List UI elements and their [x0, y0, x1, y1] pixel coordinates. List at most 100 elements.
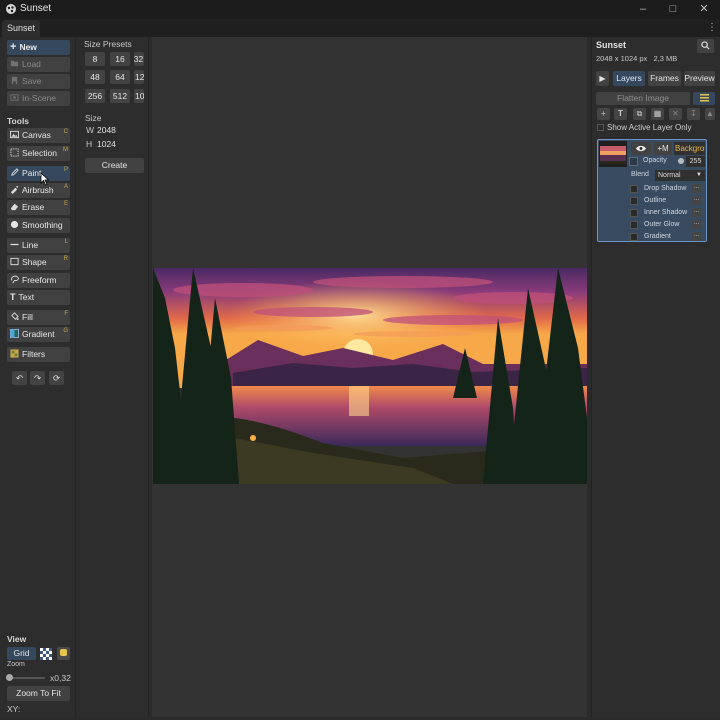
duplicate-icon[interactable]: ⧉ — [633, 108, 646, 120]
undo-icon: ↶ — [15, 373, 24, 383]
effect-checkbox[interactable] — [630, 209, 638, 217]
canvas-image[interactable] — [153, 268, 587, 484]
move-up-icon[interactable]: ▲ — [705, 108, 715, 120]
tool-canvas[interactable]: Canvas C — [7, 128, 70, 143]
zoom-slider-track[interactable] — [9, 677, 45, 679]
maximize-icon: □ — [669, 3, 677, 15]
preset-button[interactable]: 256 — [85, 89, 105, 103]
in-scene-button[interactable]: In-Scene — [7, 91, 70, 106]
preset-button[interactable]: 128 — [134, 70, 144, 84]
effect-options-button[interactable]: ... — [692, 184, 701, 193]
effect-outline[interactable]: Outline... — [630, 195, 707, 206]
tools-heading: Tools — [7, 116, 30, 126]
width-field[interactable]: 2048 — [97, 124, 127, 136]
effect-drop-shadow[interactable]: Drop Shadow... — [630, 183, 707, 194]
grid-toggle[interactable]: Grid — [7, 647, 36, 660]
zoom-to-fit-button[interactable]: Zoom To Fit — [7, 686, 70, 701]
preset-button[interactable]: 64 — [110, 70, 130, 84]
close-icon: ✕ — [699, 3, 709, 15]
tool-erase[interactable]: Erase E — [7, 200, 70, 215]
folder-icon[interactable]: ▦ — [651, 108, 664, 120]
preset-button[interactable]: 32 — [134, 52, 144, 66]
opacity-value[interactable]: 255 — [686, 156, 705, 167]
background-color-icon[interactable] — [57, 647, 70, 660]
rectangle-icon — [10, 257, 19, 266]
flatten-image-button[interactable]: Flatten Image — [596, 92, 690, 105]
layer-name-field[interactable]: Background — [674, 142, 705, 155]
show-active-only-checkbox[interactable] — [597, 124, 604, 131]
tool-line[interactable]: Line L — [7, 238, 70, 253]
smoothing-icon — [10, 220, 19, 229]
zoom-slider-handle[interactable] — [6, 674, 13, 681]
tool-shape[interactable]: Shape R — [7, 255, 70, 270]
text-layer-icon[interactable]: T — [614, 108, 627, 120]
layer-visibility-button[interactable] — [631, 142, 651, 155]
list-view-button[interactable] — [693, 92, 715, 105]
maximize-button[interactable]: □ — [658, 1, 688, 18]
tool-filters[interactable]: Filters — [7, 347, 70, 362]
folder-icon — [10, 60, 19, 67]
blend-mode-select[interactable]: Normal ▼ — [655, 170, 705, 181]
tool-smoothing[interactable]: Smoothing — [7, 218, 70, 233]
tool-airbrush[interactable]: Airbrush A — [7, 183, 70, 198]
tool-gradient[interactable]: Gradient G — [7, 327, 70, 342]
tool-fill[interactable]: Fill F — [7, 310, 70, 325]
effect-checkbox[interactable] — [630, 221, 638, 229]
tool-selection[interactable]: Selection M — [7, 146, 70, 161]
line-icon — [10, 243, 19, 246]
add-mask-button[interactable]: +M — [654, 142, 672, 155]
close-button[interactable]: ✕ — [689, 1, 719, 18]
xy-readout: XY: — [7, 704, 21, 714]
delete-icon[interactable]: ✕ — [669, 108, 682, 120]
checkerboard-icon[interactable] — [40, 648, 52, 660]
minimize-icon: – — [639, 3, 647, 15]
effect-options-button[interactable]: ... — [692, 232, 701, 241]
layer-lock-checkbox[interactable] — [629, 157, 638, 166]
width-label: W — [86, 125, 95, 135]
window-title: Sunset — [20, 3, 52, 14]
view-heading: View — [7, 634, 27, 644]
opacity-slider-handle[interactable] — [678, 158, 684, 164]
new-button[interactable]: + New — [7, 40, 70, 55]
play-button[interactable]: ▶ — [596, 71, 609, 86]
preset-button[interactable]: 48 — [85, 70, 105, 84]
size-heading: Size — [85, 113, 102, 123]
undo-button[interactable]: ↶ — [12, 371, 27, 385]
effect-options-button[interactable]: ... — [692, 196, 701, 205]
tab-preview[interactable]: Preview — [684, 71, 715, 86]
redo-button[interactable]: ↷ — [30, 371, 45, 385]
merge-down-icon[interactable]: ↧ — [687, 108, 700, 120]
magnifier-icon — [701, 41, 710, 50]
eraser-icon — [10, 203, 19, 211]
vertical-dots-icon[interactable]: ⋮ — [706, 21, 718, 35]
add-layer-icon[interactable]: + — [597, 108, 610, 120]
tab-frames[interactable]: Frames — [648, 71, 681, 86]
search-button[interactable] — [697, 39, 714, 53]
tab-layers[interactable]: Layers — [613, 71, 645, 86]
effect-checkbox[interactable] — [630, 233, 638, 241]
effect-inner-shadow[interactable]: Inner Shadow... — [630, 207, 707, 218]
preset-button[interactable]: 8 — [85, 52, 105, 66]
effect-checkbox[interactable] — [630, 185, 638, 193]
preset-button[interactable]: 512 — [110, 89, 130, 103]
tool-text[interactable]: T Text — [7, 290, 70, 305]
preset-button[interactable]: 16 — [110, 52, 130, 66]
save-button[interactable]: Save — [7, 74, 70, 89]
height-field[interactable]: 1024 — [97, 138, 127, 150]
effect-options-button[interactable]: ... — [692, 220, 701, 229]
image-info: 2048 x 1024 px 2,3 MB — [596, 54, 678, 63]
create-button[interactable]: Create — [85, 158, 144, 173]
tool-freeform[interactable]: Freeform — [7, 273, 70, 288]
preset-button[interactable]: 1024 — [134, 89, 144, 103]
tool-paint[interactable]: Paint P — [7, 166, 70, 181]
image-icon — [10, 130, 19, 139]
reset-button[interactable]: ⟳ — [49, 371, 64, 385]
plus-icon: + — [10, 41, 17, 53]
minimize-button[interactable]: – — [628, 1, 658, 18]
effect-checkbox[interactable] — [630, 197, 638, 205]
effect-gradient[interactable]: Gradient... — [630, 231, 707, 242]
effect-outer-glow[interactable]: Outer Glow... — [630, 219, 707, 230]
load-button[interactable]: Load — [7, 57, 70, 72]
document-tab[interactable]: Sunset — [2, 20, 41, 37]
effect-options-button[interactable]: ... — [692, 208, 701, 217]
